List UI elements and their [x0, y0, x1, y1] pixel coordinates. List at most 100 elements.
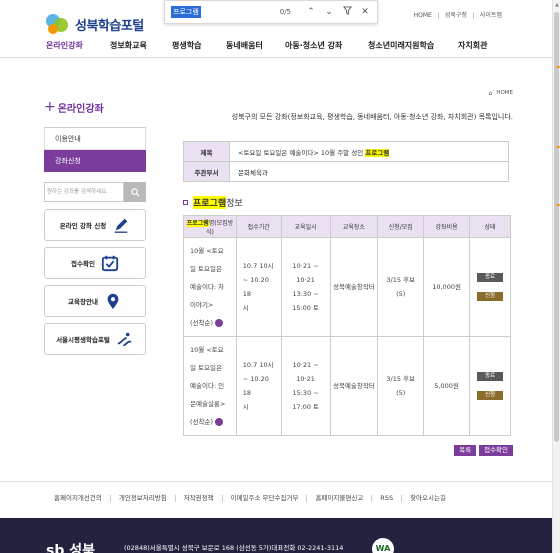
section-title-text: 정보 [226, 199, 243, 209]
title-highlight: 프로그램 [365, 148, 390, 157]
recruit-method: (선착순) [190, 319, 214, 327]
find-match-marker [556, 146, 560, 148]
site-logo[interactable]: 성북학습포털 [44, 12, 144, 36]
quick-online-apply-button[interactable]: 온라인 강좌 신청 [44, 209, 146, 241]
time-line: 10·21 [296, 276, 315, 284]
status-cell: 종료 신청 [469, 237, 511, 337]
program-name-line: 이야기> [190, 301, 214, 309]
utility-link-home[interactable]: HOME [408, 12, 438, 19]
col-place: 교육장소 [329, 215, 379, 238]
nav-item-neighborhood[interactable]: 동네배움터 [226, 40, 285, 51]
page-intro: 성북구의 모든 강좌(정보화교육, 평생학습, 동네배움터, 아동·청소년 강좌… [231, 113, 513, 121]
breadcrumb: ⌂ HOME [183, 88, 514, 98]
main-content: ⌂ HOME 성북구의 모든 강좌(정보화교육, 평생학습, 동네배움터, 아동… [183, 88, 513, 456]
period-line: ~ 10.20 18 [242, 375, 269, 397]
dept-value: 문화체육과 [229, 161, 509, 182]
apply-button[interactable]: 신청 [477, 391, 504, 400]
title-text: <토요일 토요일은 예술이다> 10월 주말 성인 [238, 148, 366, 157]
time-line: 17:00 토 [292, 403, 319, 411]
title-label: 제목 [183, 141, 230, 162]
apply-line: 3/15 후보 [386, 276, 416, 284]
scroll-up-icon[interactable]: ▲ [554, 2, 560, 8]
period-line: 10.7 10시 [242, 262, 274, 270]
status-badge-closed: 종료 [477, 372, 504, 381]
nav-item-online[interactable]: 온라인강좌 [46, 40, 110, 51]
find-match-marker [556, 66, 560, 68]
footer-link[interactable]: 개인정보처리방침 [109, 495, 175, 502]
utility-link-sitemap[interactable]: 사이트맵 [472, 12, 508, 19]
sidebar-item-guide[interactable]: 이용안내 [44, 128, 146, 150]
magnifier-icon[interactable] [215, 418, 224, 426]
footer-link[interactable]: 홈페이지개선건의 [54, 495, 110, 502]
receipt-check-button[interactable]: 접수확인 [479, 445, 513, 456]
search-input[interactable]: 원하는 강좌를 검색하세요. [44, 182, 124, 202]
program-info-table: 제목 <토요일 토요일은 예술이다> 10월 주말 성인 프로그램 주관부서 문… [183, 141, 509, 182]
col-class-time: 교육일시 [280, 215, 331, 238]
sidebar-item-apply[interactable]: 강좌신청 [44, 150, 146, 172]
quick-seoul-portal-button[interactable]: 서울시평생학습포털 [44, 323, 146, 355]
breadcrumb-home[interactable]: HOME [496, 90, 513, 96]
nav-item-youth[interactable]: 아동·청소년 강좌 [285, 40, 368, 51]
quick-receipt-check-button[interactable]: 접수확인 [44, 247, 146, 279]
apply-period-cell: 10.7 10시 ~ 10.20 18 시 [235, 237, 282, 337]
sidebar-menu: 이용안내 강좌신청 [44, 127, 146, 172]
chevron-up-icon[interactable]: ⌃ [305, 6, 317, 18]
fee-cell: 10,000원 [423, 237, 471, 337]
search-icon [130, 187, 140, 197]
apply-button[interactable]: 신청 [477, 292, 504, 301]
program-name-line: 문예술살롱> [190, 400, 226, 408]
find-bar: 프로그램 0/5 ⌃ ⌄ ✕ [164, 0, 378, 24]
program-table: 프로그램명(모집방식) 접수기간 교육일시 교육장소 신청/모집 강좌비용 상태… [183, 215, 511, 436]
sidebar: + 온라인강좌 이용안내 강좌신청 원하는 강좌를 검색하세요. 온라인 강좌 … [44, 98, 146, 355]
title-value: <토요일 토요일은 예술이다> 10월 주말 성인 프로그램 [229, 141, 509, 162]
magnifier-icon[interactable] [215, 319, 224, 327]
program-name-line: 일 토요일은 [190, 364, 222, 372]
quick-venue-info-button[interactable]: 교육장안내 [44, 285, 146, 317]
time-line: 15:00 토 [292, 304, 319, 312]
quick-venue-info-label: 교육장안내 [68, 298, 98, 306]
close-icon[interactable]: ✕ [359, 6, 371, 18]
footer-link[interactable]: 찾아오시는길 [401, 495, 454, 502]
search-button[interactable] [124, 182, 146, 202]
list-button[interactable]: 목록 [454, 445, 477, 456]
apply-count-cell: 3/15 후보 (5) [377, 336, 425, 436]
col-fee: 강좌비용 [423, 215, 471, 238]
utility-link-gu-office[interactable]: 성북구청 [437, 12, 473, 19]
apply-count-cell: 3/15 후보 (5) [377, 237, 425, 337]
utility-nav: HOME 성북구청 사이트맵 [408, 12, 508, 19]
chevron-down-icon[interactable]: ⌄ [323, 6, 335, 18]
place-cell: 성북예술창작터 [329, 336, 379, 436]
filter-icon[interactable] [341, 6, 353, 18]
table-row: 10월 <토요 일 토요일은 예술이다: 차 이야기> (선착순) 10.7 1… [183, 237, 511, 337]
vertical-scrollbar[interactable]: ▲ [552, 0, 560, 553]
find-count: 0/5 [279, 8, 291, 16]
nav-item-youth-future[interactable]: 청소년미래지원학습 [368, 40, 458, 51]
find-input[interactable]: 프로그램 [171, 6, 201, 18]
brand-name: 성북학습포털 [75, 18, 144, 34]
program-name-cell[interactable]: 10월 <토요 일 토요일은 예술이다: 차 이야기> (선착순) [183, 237, 237, 337]
sidebar-search: 원하는 강좌를 검색하세요. [44, 182, 146, 202]
footer-link[interactable]: 홈페이지불편신고 [306, 495, 371, 502]
square-bullet-icon [183, 200, 188, 205]
apply-line: (5) [396, 290, 406, 298]
table-header-row: 프로그램명(모집방식) 접수기간 교육일시 교육장소 신청/모집 강좌비용 상태 [183, 215, 511, 238]
section-title-highlight: 프로그램 [193, 196, 227, 209]
footer-logo: sb 성북 [46, 543, 95, 553]
dept-label: 주관부서 [183, 161, 230, 182]
program-name-line: 예술이다: 차 [190, 283, 225, 291]
scrollbar-thumb[interactable] [554, 12, 559, 442]
nav-item-lifelong[interactable]: 평생학습 [172, 40, 226, 51]
apply-line: (5) [396, 389, 406, 397]
footer-link[interactable]: 저작권정책 [174, 495, 222, 502]
program-name-cell[interactable]: 10월 <토요 일 토요일은 예술이다: 인 문예술살롱> (선착순) [183, 336, 237, 436]
web-accessibility-mark: WA [372, 538, 394, 553]
footer-link[interactable]: RSS [371, 495, 401, 502]
section-title: 프로그램 정보 [183, 196, 513, 209]
footer-link[interactable]: 이메일주소 무단수집거부 [221, 495, 307, 502]
time-line: 10·21 ~ [292, 262, 319, 270]
program-name-line: 10월 <토요 [190, 346, 224, 354]
nav-item-it-education[interactable]: 정보화교육 [110, 40, 172, 51]
nav-item-autonomy[interactable]: 자치회관 [458, 40, 498, 51]
footer-links: 홈페이지개선건의 개인정보처리방침 저작권정책 이메일주소 무단수집거부 홈페이… [0, 481, 552, 515]
home-icon[interactable]: ⌂ [489, 90, 493, 97]
